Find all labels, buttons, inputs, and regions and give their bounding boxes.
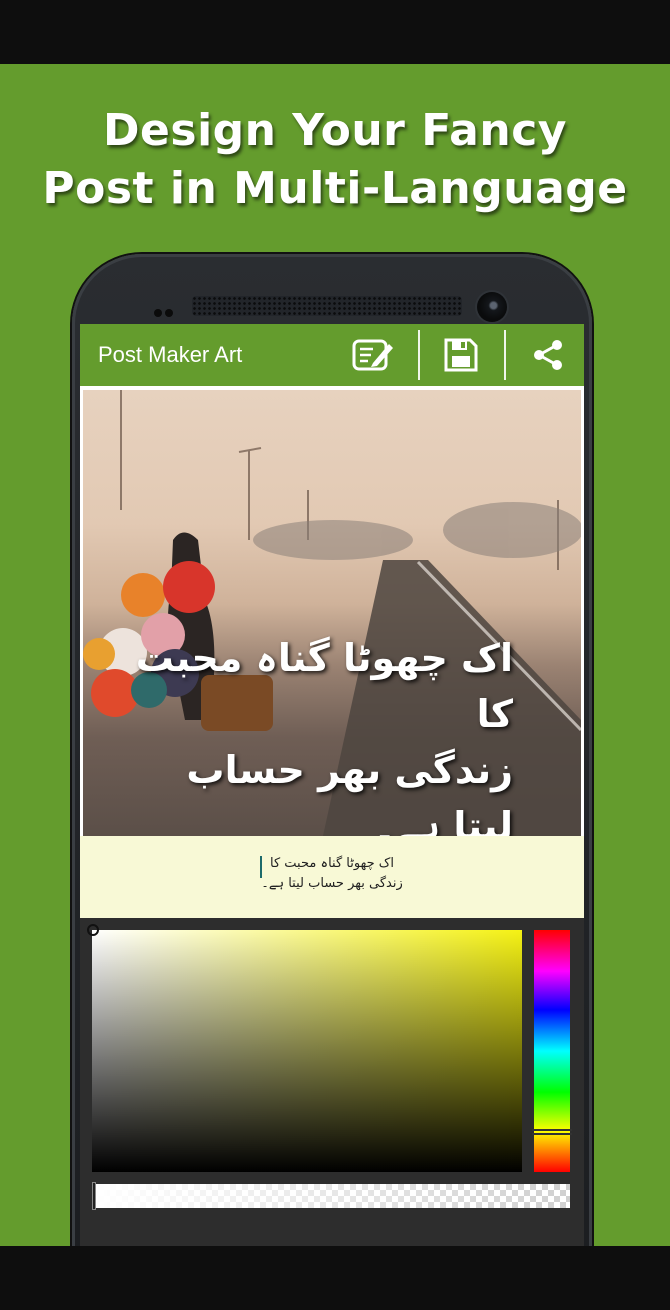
phone-sensors: [154, 302, 176, 321]
input-line-2: زندگی بھر حساب لیتا ہے۔: [261, 876, 403, 891]
post-text-overlay[interactable]: اک چھوٹا گناہ محبت کا زندگی بھر حساب لیت…: [123, 630, 553, 836]
app-toolbar: Post Maker Art: [80, 324, 584, 386]
app-screen: Post Maker Art اک چھوٹا گناہ محبت کا زند…: [80, 324, 584, 1246]
front-camera: [477, 292, 507, 322]
input-line-1: اک چھوٹا گناہ محبت کا: [270, 856, 394, 871]
alpha-slider-handle[interactable]: [92, 1182, 96, 1210]
share-button[interactable]: [525, 334, 571, 376]
text-input-area[interactable]: اک چھوٹا گناہ محبت کا زندگی بھر حساب لیت…: [80, 836, 584, 918]
save-icon: [444, 338, 478, 372]
promo-background: Design Your Fancy Post in Multi-Language…: [0, 64, 670, 1246]
headline-line-1: Design Your Fancy: [103, 105, 567, 156]
color-picker: [80, 918, 584, 1246]
alpha-slider[interactable]: [92, 1182, 570, 1210]
app-title: Post Maker Art: [98, 342, 243, 367]
post-line-2: زندگی بھر حساب لیتا ہے۔: [186, 748, 513, 836]
share-icon: [534, 340, 562, 370]
toolbar-divider: [418, 330, 420, 380]
phone-speaker: [192, 296, 462, 316]
post-line-1: اک چھوٹا گناہ محبت کا: [135, 636, 513, 736]
hue-slider[interactable]: [532, 930, 572, 1172]
hue-slider-handle[interactable]: [532, 1129, 572, 1135]
saturation-value-panel[interactable]: [87, 924, 522, 1172]
toolbar-divider: [504, 330, 506, 380]
phone-frame: Post Maker Art اک چھوٹا گناہ محبت کا زند…: [72, 254, 592, 1246]
promo-headline: Design Your Fancy Post in Multi-Language: [0, 102, 670, 218]
edit-icon: [352, 339, 393, 371]
post-background-photo[interactable]: اک چھوٹا گناہ محبت کا زندگی بھر حساب لیت…: [83, 390, 581, 836]
headline-line-2: Post in Multi-Language: [42, 163, 628, 214]
save-button[interactable]: [438, 334, 484, 376]
saturation-value-handle[interactable]: [87, 924, 99, 936]
edit-text-button[interactable]: [350, 334, 396, 376]
